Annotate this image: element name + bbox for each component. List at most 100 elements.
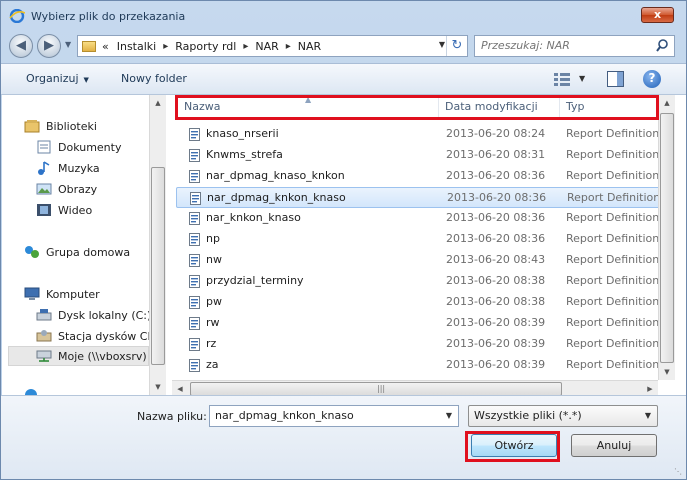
- sidebar-item-stacja-cd[interactable]: Stacja dysków CD: [36, 326, 149, 346]
- file-type: Report Definition: [566, 274, 658, 287]
- file-date: 2013-06-20 08:43: [446, 253, 546, 266]
- file-row[interactable]: rz 2013-06-20 08:39 Report Definition: [176, 334, 658, 355]
- file-row[interactable]: przydzial_terminy 2013-06-20 08:38 Report …: [176, 271, 658, 292]
- preview-pane-icon[interactable]: [607, 71, 624, 87]
- breadcrumb-item-nar-current[interactable]: NAR: [298, 40, 321, 53]
- forward-button[interactable]: ▶: [37, 34, 61, 58]
- file-row[interactable]: knaso_nrserii 2013-06-20 08:24 Report Defi…: [176, 124, 658, 145]
- pictures-icon: [36, 183, 52, 195]
- internet-explorer-icon: [9, 9, 25, 23]
- sidebar-item-label: Wideo: [58, 203, 93, 217]
- resize-grip-icon[interactable]: ⋱: [674, 467, 684, 477]
- sidebar-item-label: Komputer: [46, 287, 100, 301]
- sidebar-item-obrazy[interactable]: Obrazy: [36, 179, 97, 199]
- column-divider[interactable]: [438, 95, 439, 119]
- file-name: Knwms_strefa: [206, 148, 283, 161]
- scrollbar-thumb[interactable]: [660, 113, 674, 363]
- column-header-name[interactable]: Nazwa: [184, 100, 220, 113]
- sidebar-item-dysk-lokalny[interactable]: Dysk lokalny (C:): [36, 305, 149, 325]
- column-divider[interactable]: [559, 95, 560, 119]
- sidebar-item-label: Dysk lokalny (C:): [58, 308, 149, 322]
- file-name: nar_knkon_knaso: [206, 211, 301, 224]
- video-icon: [37, 204, 51, 216]
- breadcrumb-item-instalki[interactable]: Instalki: [117, 40, 156, 53]
- search-icon[interactable]: [656, 39, 668, 53]
- scroll-down-icon[interactable]: ▼: [150, 379, 166, 395]
- libraries-icon: [24, 120, 40, 133]
- file-type-filter[interactable]: Wszystkie pliki (*.*) ▼: [468, 405, 658, 427]
- file-row[interactable]: nar_knkon_knaso 2013-06-20 08:36 Report De…: [176, 208, 658, 229]
- navigation-scrollbar[interactable]: ▲ ▼: [149, 95, 166, 395]
- sidebar-item-muzyka[interactable]: Muzyka: [36, 158, 100, 178]
- command-toolbar: Organizuj ▼ Nowy folder ▼ ?: [1, 63, 686, 95]
- file-row[interactable]: rw 2013-06-20 08:39 Report Definition: [176, 313, 658, 334]
- sidebar-item-wideo[interactable]: Wideo: [36, 200, 92, 220]
- file-list-vertical-scrollbar[interactable]: ▲ ▼: [658, 95, 675, 380]
- view-options-icon[interactable]: [554, 72, 570, 86]
- computer-icon: [24, 287, 40, 300]
- sidebar-item-komputer[interactable]: Komputer: [24, 284, 100, 304]
- view-dropdown-icon[interactable]: ▼: [579, 74, 585, 83]
- breadcrumb-item-raporty-rdl[interactable]: Raporty rdl: [175, 40, 236, 53]
- breadcrumb-separator-icon[interactable]: ▸: [243, 41, 248, 52]
- column-header-date[interactable]: Data modyfikacji: [445, 100, 538, 113]
- refresh-icon[interactable]: ↻: [446, 36, 467, 56]
- file-name: przydzial_terminy: [206, 274, 304, 287]
- file-type: Report Definition: [566, 232, 658, 245]
- report-file-icon: [189, 296, 200, 309]
- breadcrumb-item-nar[interactable]: NAR: [255, 40, 278, 53]
- help-icon[interactable]: ?: [643, 70, 661, 88]
- cancel-button[interactable]: Anuluj: [571, 434, 657, 457]
- drive-icon: [36, 309, 52, 321]
- scroll-up-icon[interactable]: ▲: [150, 95, 166, 111]
- filename-combobox[interactable]: ▼: [209, 405, 459, 427]
- sidebar-item-label: Dokumenty: [58, 140, 122, 154]
- file-date: 2013-06-20 08:36: [447, 191, 547, 204]
- new-folder-label: Nowy folder: [121, 72, 187, 85]
- file-row[interactable]: nw 2013-06-20 08:43 Report Definition: [176, 250, 658, 271]
- report-file-icon: [189, 128, 200, 141]
- breadcrumb-separator-icon[interactable]: ▸: [286, 41, 291, 52]
- scroll-up-icon[interactable]: ▲: [659, 95, 675, 111]
- sidebar-item-grupa-domowa[interactable]: Grupa domowa: [24, 242, 130, 262]
- title-bar: Wybierz plik do przekazania x: [1, 1, 686, 30]
- breadcrumb-separator-icon[interactable]: ▸: [163, 41, 168, 52]
- open-button[interactable]: Otwórz: [471, 434, 557, 457]
- close-button[interactable]: x: [641, 7, 674, 23]
- sidebar-item-moje-vboxsrv[interactable]: Moje (\\vboxsrv): [8, 346, 149, 366]
- file-row[interactable]: nar_dpmag_knaso_knkon 2013-06-20 08:36 Rep…: [176, 166, 658, 187]
- back-button[interactable]: ◀: [9, 34, 33, 58]
- column-header-type[interactable]: Typ: [566, 100, 585, 113]
- file-row[interactable]: pw 2013-06-20 08:38 Report Definition: [176, 292, 658, 313]
- breadcrumb-dropdown-icon[interactable]: ▼: [439, 40, 445, 49]
- sidebar-item-biblioteki[interactable]: Biblioteki: [24, 116, 97, 136]
- file-date: 2013-06-20 08:39: [446, 358, 546, 371]
- file-row[interactable]: nar_dpmag_knkon_knaso 2013-06-20 08:36 Rep…: [176, 187, 658, 208]
- content-area: Biblioteki Dokumenty Muzyka Obrazy Wideo…: [2, 95, 686, 397]
- recent-locations-dropdown[interactable]: ▼: [65, 40, 71, 49]
- chevron-down-icon[interactable]: ▼: [446, 411, 452, 420]
- search-box[interactable]: [474, 35, 675, 57]
- scroll-down-icon[interactable]: ▼: [659, 364, 675, 380]
- scrollbar-thumb[interactable]: [151, 167, 165, 365]
- search-input[interactable]: [481, 39, 651, 52]
- file-name: nar_dpmag_knkon_knaso: [207, 191, 346, 204]
- filename-field[interactable]: [215, 409, 435, 422]
- report-file-icon: [189, 170, 200, 183]
- sidebar-item-dokumenty[interactable]: Dokumenty: [36, 137, 121, 157]
- breadcrumb-overflow[interactable]: «: [102, 40, 109, 53]
- new-folder-button[interactable]: Nowy folder: [121, 72, 187, 85]
- file-row[interactable]: za 2013-06-20 08:39 Report Definition: [176, 355, 658, 376]
- report-file-icon: [189, 338, 200, 351]
- report-file-icon: [189, 275, 200, 288]
- file-row[interactable]: Knwms_strefa 2013-06-20 08:31 Report Defin…: [176, 145, 658, 166]
- file-date: 2013-06-20 08:36: [446, 169, 546, 182]
- organize-label: Organizuj: [26, 72, 79, 85]
- file-date: 2013-06-20 08:36: [446, 232, 546, 245]
- column-header-row: ▲ Nazwa Data modyfikacji Typ: [172, 95, 658, 119]
- sidebar-item-label: Stacja dysków CD: [58, 329, 149, 343]
- organize-button[interactable]: Organizuj ▼: [26, 72, 89, 85]
- breadcrumb[interactable]: « Instalki ▸ Raporty rdl ▸ NAR ▸ NAR ▼ ↻: [77, 35, 468, 57]
- file-row[interactable]: np 2013-06-20 08:36 Report Definition: [176, 229, 658, 250]
- scrollbar-thumb[interactable]: |||: [190, 382, 562, 396]
